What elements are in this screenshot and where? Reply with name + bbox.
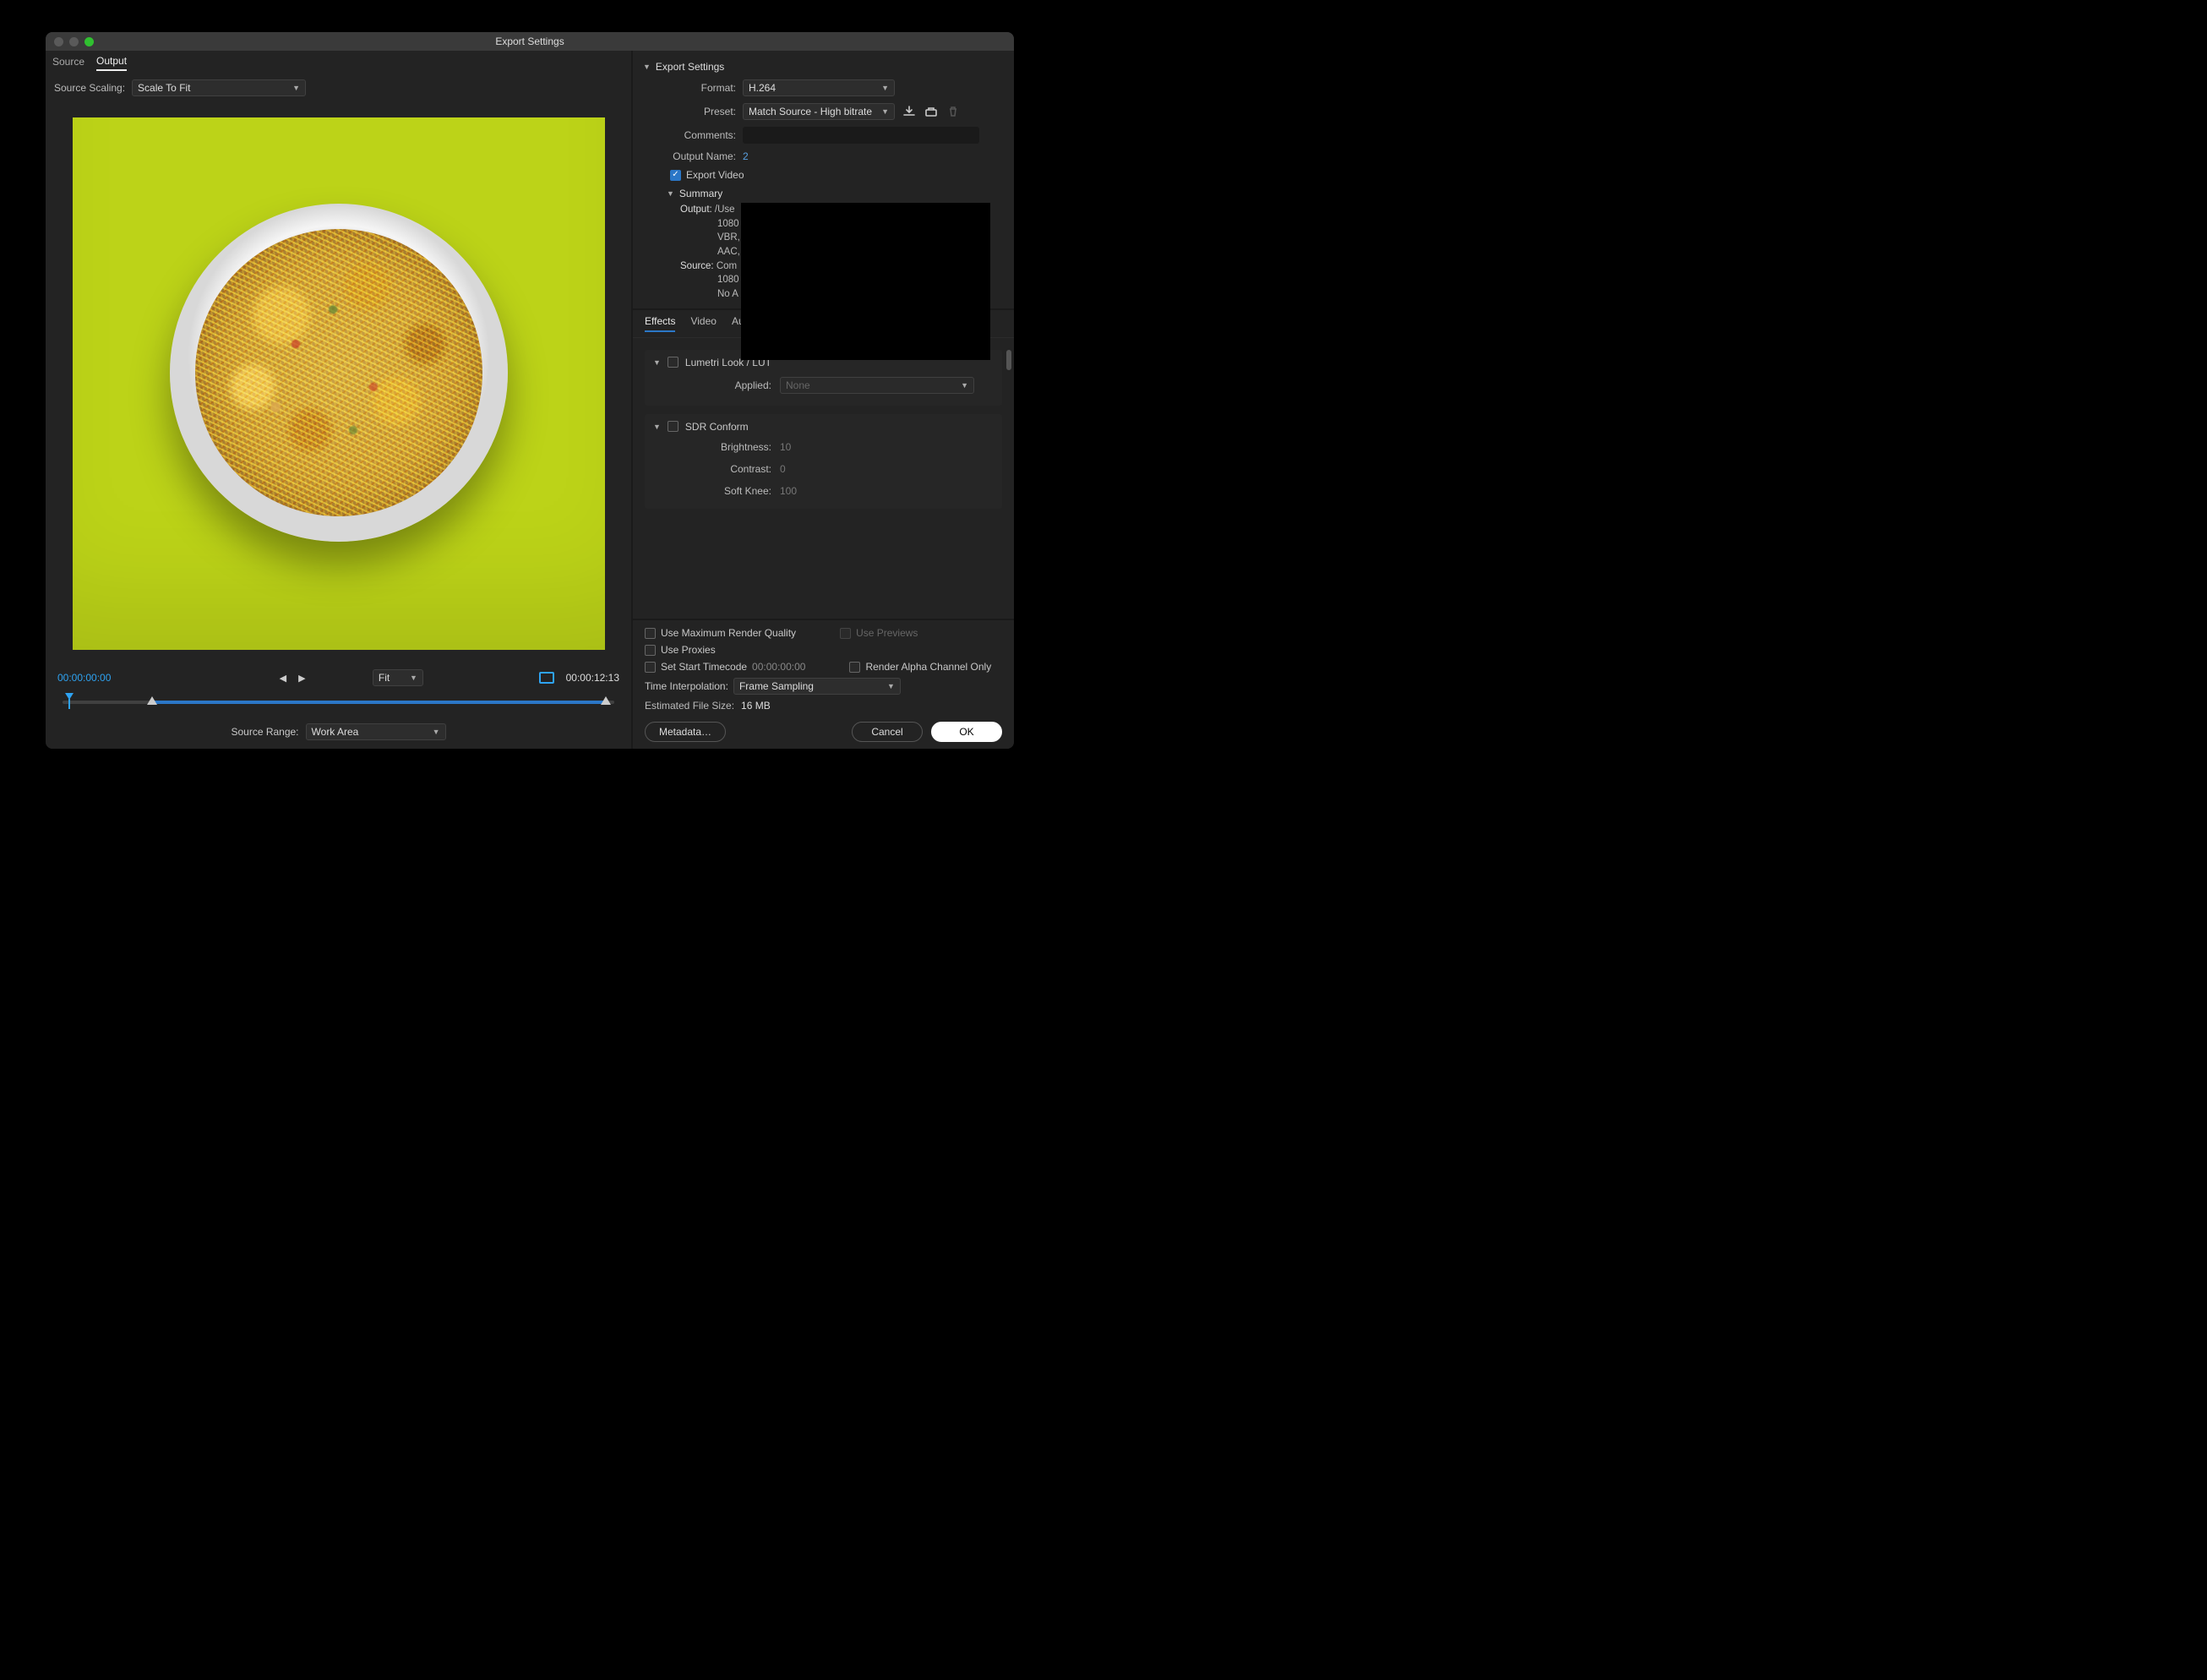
maximize-window-icon[interactable] [84, 37, 94, 46]
preset-label: Preset: [643, 106, 736, 117]
use-previews-checkbox [840, 628, 851, 639]
export-settings-window: Export Settings Source Output Source Sca… [46, 32, 1014, 749]
sdr-enable-checkbox[interactable] [668, 421, 678, 432]
tab-source[interactable]: Source [52, 56, 84, 70]
source-range-dropdown[interactable]: Work Area ▼ [306, 723, 446, 740]
window-controls [46, 37, 94, 46]
source-scaling-dropdown[interactable]: Scale To Fit ▼ [132, 79, 306, 96]
time-interpolation-value: Frame Sampling [739, 680, 814, 692]
tab-video[interactable]: Video [690, 315, 716, 332]
contrast-label: Contrast: [653, 463, 771, 475]
chevron-down-icon: ▼ [410, 674, 417, 682]
step-back-button[interactable]: ◀ [280, 673, 286, 684]
source-scaling-value: Scale To Fit [138, 82, 190, 94]
preview-panel: Source Output Source Scaling: Scale To F… [46, 51, 633, 749]
sdr-label: SDR Conform [685, 421, 749, 433]
format-dropdown[interactable]: H.264 ▼ [743, 79, 895, 96]
delete-preset-button [945, 104, 961, 119]
softknee-label: Soft Knee: [653, 485, 771, 497]
range-in-handle[interactable] [147, 696, 157, 705]
collapse-icon: ▼ [643, 63, 651, 71]
redacted-region [741, 203, 990, 360]
minimize-window-icon[interactable] [69, 37, 79, 46]
lumetri-enable-checkbox[interactable] [668, 357, 678, 368]
comments-input[interactable] [743, 127, 979, 144]
max-render-quality-label: Use Maximum Render Quality [661, 627, 796, 639]
chevron-down-icon: ▼ [887, 682, 895, 690]
export-settings-title: Export Settings [656, 61, 724, 73]
max-render-quality-checkbox[interactable] [645, 628, 656, 639]
zoom-dropdown[interactable]: Fit ▼ [373, 669, 423, 686]
summary-title: Summary [679, 188, 722, 199]
timeline-range[interactable] [57, 693, 619, 710]
chevron-down-icon: ▼ [292, 84, 300, 92]
zoom-value: Fit [379, 672, 390, 684]
brightness-label: Brightness: [653, 441, 771, 453]
format-value: H.264 [749, 82, 776, 94]
time-interpolation-dropdown[interactable]: Frame Sampling ▼ [733, 678, 901, 695]
video-preview[interactable] [73, 117, 605, 650]
output-name-label: Output Name: [643, 150, 736, 162]
export-video-checkbox[interactable] [670, 170, 681, 181]
softknee-value[interactable]: 100 [780, 485, 797, 497]
step-forward-button[interactable]: ▶ [298, 673, 305, 684]
scrollbar-thumb[interactable] [1006, 350, 1011, 370]
settings-panel: ▼ Export Settings Format: H.264 ▼ Preset… [633, 51, 1014, 749]
import-preset-button[interactable] [924, 104, 939, 119]
export-settings-header[interactable]: ▼ Export Settings [643, 57, 1004, 76]
start-timecode-value[interactable]: 00:00:00:00 [752, 661, 805, 673]
playhead-timecode[interactable]: 00:00:00:00 [57, 672, 111, 684]
set-start-timecode-label: Set Start Timecode [661, 661, 747, 673]
collapse-icon: ▼ [667, 189, 674, 198]
close-window-icon[interactable] [54, 37, 63, 46]
format-label: Format: [643, 82, 736, 94]
preset-value: Match Source - High bitrate [749, 106, 872, 117]
tab-effects[interactable]: Effects [645, 315, 675, 332]
chevron-down-icon: ▼ [881, 107, 889, 116]
range-out-handle[interactable] [601, 696, 611, 705]
source-scaling-label: Source Scaling: [54, 82, 125, 94]
use-previews-label: Use Previews [856, 627, 918, 639]
render-alpha-label: Render Alpha Channel Only [865, 661, 991, 673]
render-alpha-checkbox[interactable] [849, 662, 860, 673]
applied-label: Applied: [653, 379, 771, 391]
use-proxies-label: Use Proxies [661, 644, 716, 656]
use-proxies-checkbox[interactable] [645, 645, 656, 656]
tab-output[interactable]: Output [96, 55, 127, 71]
source-range-label: Source Range: [231, 726, 298, 738]
comments-label: Comments: [643, 129, 736, 141]
save-preset-button[interactable] [902, 104, 917, 119]
estimated-size-value: 16 MB [741, 700, 771, 712]
output-name-link[interactable]: 2 [743, 150, 749, 162]
chevron-down-icon: ▼ [433, 728, 440, 736]
applied-dropdown: None ▼ [780, 377, 974, 394]
applied-value: None [786, 379, 810, 391]
sdr-section-header[interactable]: ▼ SDR Conform [653, 421, 994, 436]
ok-button[interactable]: OK [931, 722, 1002, 742]
metadata-button[interactable]: Metadata… [645, 722, 726, 742]
contrast-value[interactable]: 0 [780, 463, 786, 475]
preset-dropdown[interactable]: Match Source - High bitrate ▼ [743, 103, 895, 120]
render-options-panel: Use Maximum Render Quality Use Previews … [633, 619, 1014, 749]
aspect-crop-button[interactable] [539, 672, 554, 684]
collapse-icon: ▼ [653, 358, 661, 367]
cancel-button[interactable]: Cancel [852, 722, 923, 742]
set-start-timecode-checkbox[interactable] [645, 662, 656, 673]
summary-header[interactable]: ▼ Summary [643, 184, 1004, 203]
export-video-label: Export Video [686, 169, 744, 181]
titlebar: Export Settings [46, 32, 1014, 51]
time-interpolation-label: Time Interpolation: [645, 680, 728, 692]
playhead-handle[interactable] [62, 693, 72, 706]
duration-timecode: 00:00:12:13 [566, 672, 619, 684]
collapse-icon: ▼ [653, 423, 661, 431]
brightness-value[interactable]: 10 [780, 441, 791, 453]
chevron-down-icon: ▼ [881, 84, 889, 92]
chevron-down-icon: ▼ [961, 381, 968, 390]
estimated-size-label: Estimated File Size: [645, 700, 734, 712]
window-title: Export Settings [46, 35, 1014, 47]
source-range-value: Work Area [312, 726, 359, 738]
